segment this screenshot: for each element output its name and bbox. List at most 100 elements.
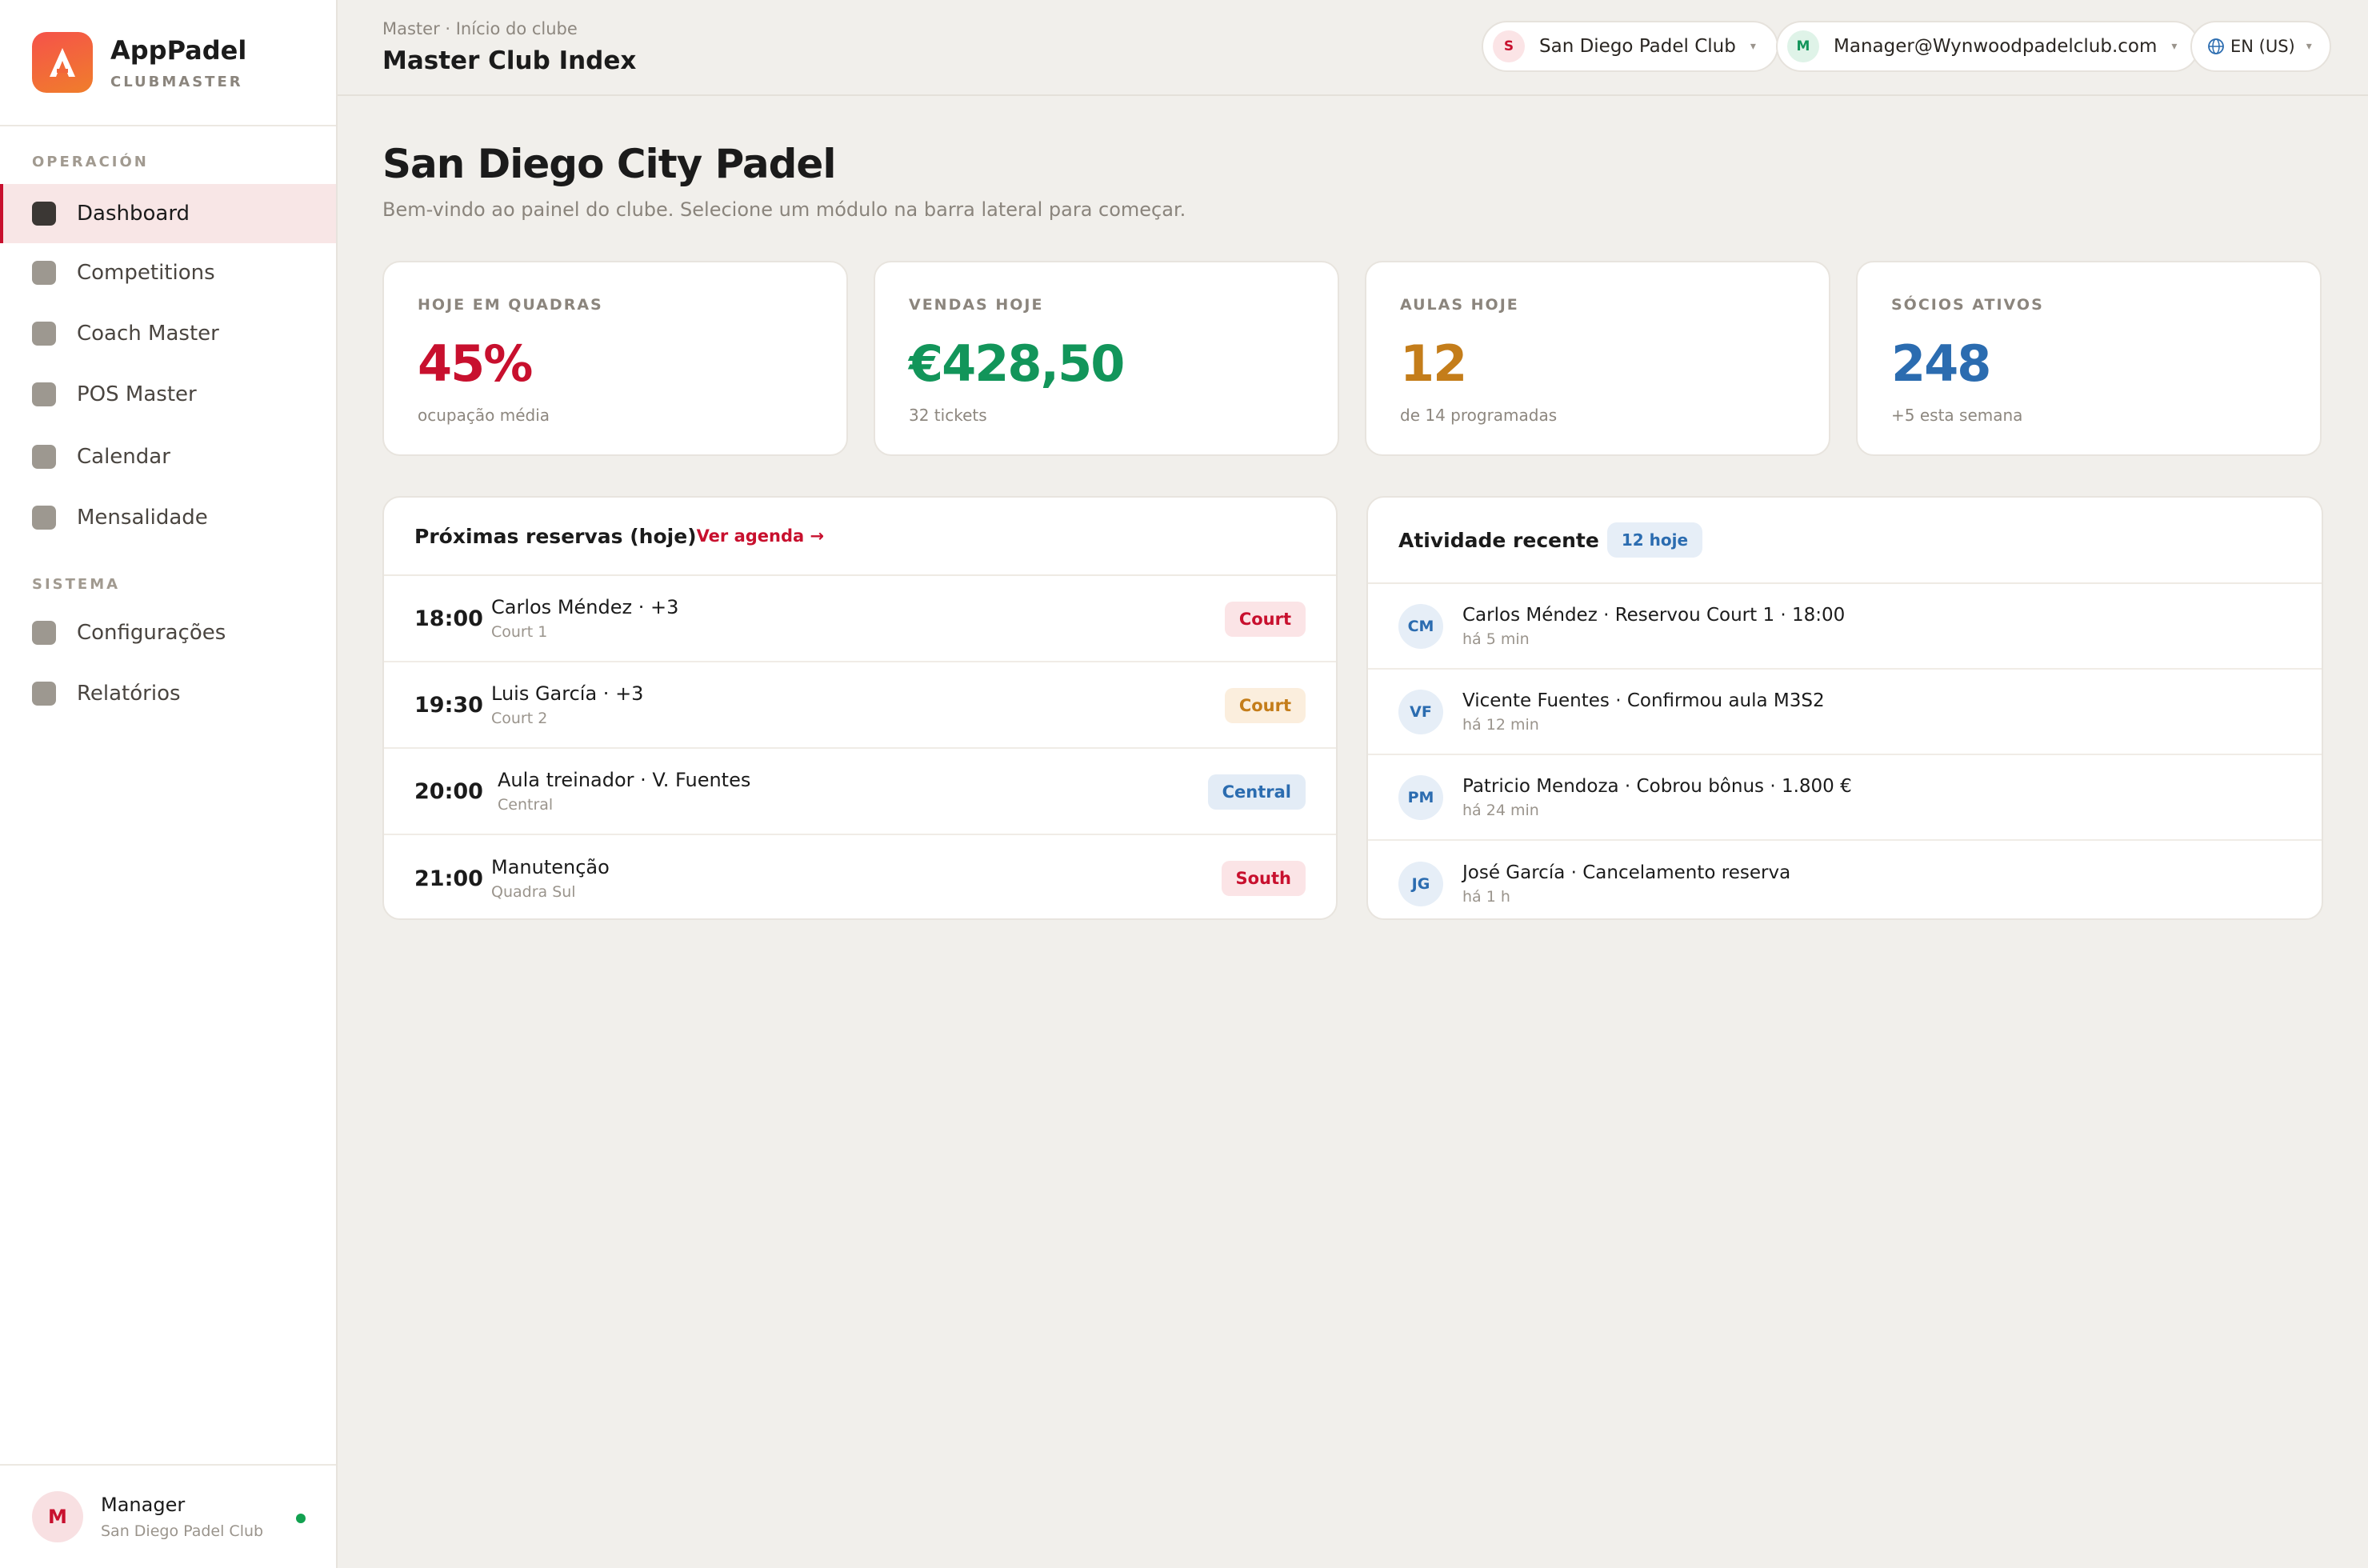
panel-header: Próximas reservas (hoje) Ver agenda → xyxy=(384,498,1336,576)
competitions-icon xyxy=(32,261,56,285)
user-name: Manager xyxy=(101,1494,186,1516)
stat-value: €428,50 xyxy=(909,334,1125,393)
club-selector-label: San Diego Padel Club xyxy=(1539,36,1736,57)
reservation-place: Court 2 xyxy=(491,710,548,727)
reservation-place: Court 1 xyxy=(491,623,548,641)
court-tag: Court xyxy=(1224,688,1306,723)
nav-section-operacao: OPERACIÓN xyxy=(32,154,149,170)
breadcrumb: Master · Início do clube xyxy=(382,19,578,38)
page-title: San Diego City Padel xyxy=(382,141,836,187)
activity-row[interactable]: JG José García · Cancelamento reserva há… xyxy=(1368,841,2322,918)
globe-icon xyxy=(2206,37,2226,56)
sidebar-item-label: POS Master xyxy=(77,382,197,406)
sidebar-item-label: Relatórios xyxy=(77,682,181,706)
sidebar-item-dashboard[interactable]: Dashboard xyxy=(0,184,336,243)
sidebar-item-pos-master[interactable]: POS Master xyxy=(0,365,336,424)
reservation-row[interactable]: 20:00 Aula treinador · V. Fuentes Centra… xyxy=(384,749,1336,835)
stat-subtext: ocupação média xyxy=(418,406,550,425)
stat-label: AULAS HOJE xyxy=(1400,296,1519,314)
brand[interactable]: AppPadel CLUBMASTER xyxy=(0,0,336,126)
language-selector[interactable]: EN (US) ▾ xyxy=(2190,21,2331,72)
sidebar-item-label: Mensalidade xyxy=(77,506,208,530)
stat-subtext: 32 tickets xyxy=(909,406,987,425)
online-status-icon xyxy=(296,1514,306,1523)
activity-row[interactable]: PM Patricio Mendoza · Cobrou bônus · 1.8… xyxy=(1368,755,2322,841)
reservation-name: Aula treinador · V. Fuentes xyxy=(498,769,751,791)
chevron-down-icon: ▾ xyxy=(1750,40,1756,53)
reservation-name: Manutenção xyxy=(491,856,610,878)
court-tag: South xyxy=(1221,861,1306,896)
panel-title: Próximas reservas (hoje) xyxy=(414,524,697,548)
stat-value: 248 xyxy=(1891,334,1991,393)
stat-card-aulas: AULAS HOJE 12 de 14 programadas xyxy=(1365,261,1830,456)
reservation-row[interactable]: 21:00 Manutenção Quadra Sul South xyxy=(384,835,1336,918)
avatar: CM xyxy=(1398,603,1443,649)
reservation-row[interactable]: 18:00 Carlos Méndez · +3 Court 1 Court xyxy=(384,576,1336,662)
reports-icon xyxy=(32,682,56,706)
sidebar-item-label: Dashboard xyxy=(77,202,190,226)
dashboard-icon xyxy=(32,202,56,226)
activity-count-badge: 12 hoje xyxy=(1606,522,1703,558)
court-tag: Court xyxy=(1224,602,1306,637)
sidebar-item-mensalidade[interactable]: Mensalidade xyxy=(0,488,336,547)
activity-time: há 12 min xyxy=(1462,715,1539,734)
club-avatar: S xyxy=(1493,30,1525,62)
stat-label: HOJE EM QUADRAS xyxy=(418,296,603,314)
user-profile[interactable]: M Manager San Diego Padel Club xyxy=(0,1464,336,1568)
calendar-icon xyxy=(32,445,56,469)
stat-value: 12 xyxy=(1400,334,1467,393)
account-selector-label: Manager@Wynwoodpadelclub.com xyxy=(1834,36,2158,57)
reservation-time: 20:00 xyxy=(414,778,483,804)
activity-time: há 1 h xyxy=(1462,887,1510,906)
activity-text: Vicente Fuentes · Confirmou aula M3S2 xyxy=(1462,690,1825,711)
sidebar-item-label: Coach Master xyxy=(77,322,219,346)
sidebar: AppPadel CLUBMASTER OPERACIÓN Dashboard … xyxy=(0,0,338,1568)
mensalidade-icon xyxy=(32,506,56,530)
activity-row[interactable]: CM Carlos Méndez · Reservou Court 1 · 18… xyxy=(1368,584,2322,670)
sidebar-item-coach-master[interactable]: Coach Master xyxy=(0,304,336,363)
panel-header: Atividade recente 12 hoje xyxy=(1368,498,2322,584)
sidebar-item-configuracoes[interactable]: Configurações xyxy=(0,603,336,662)
upcoming-reservations-panel: Próximas reservas (hoje) Ver agenda → 18… xyxy=(382,496,1338,920)
recent-activity-panel: Atividade recente 12 hoje CM Carlos Ménd… xyxy=(1366,496,2323,920)
avatar: PM xyxy=(1398,774,1443,820)
avatar: VF xyxy=(1398,689,1443,734)
brand-subtitle: CLUBMASTER xyxy=(110,73,243,90)
activity-time: há 5 min xyxy=(1462,630,1530,648)
view-agenda-link[interactable]: Ver agenda → xyxy=(697,526,825,546)
user-club: San Diego Padel Club xyxy=(101,1522,264,1540)
topbar-title: Master Club Index xyxy=(382,46,637,75)
brand-name: AppPadel xyxy=(110,34,247,66)
stat-card-socios: SÓCIOS ATIVOS 248 +5 esta semana xyxy=(1856,261,2322,456)
topbar: Master · Início do clube Master Club Ind… xyxy=(338,0,2368,96)
coach-master-icon xyxy=(32,322,56,346)
reservation-time: 19:30 xyxy=(414,692,483,718)
avatar: JG xyxy=(1398,861,1443,906)
reservation-name: Luis García · +3 xyxy=(491,682,644,705)
reservation-place: Central xyxy=(498,796,554,814)
stat-label: VENDAS HOJE xyxy=(909,296,1044,314)
reservation-time: 21:00 xyxy=(414,866,483,891)
stat-card-vendas: VENDAS HOJE €428,50 32 tickets xyxy=(874,261,1339,456)
avatar: M xyxy=(32,1491,83,1542)
club-selector[interactable]: S San Diego Padel Club ▾ xyxy=(1482,21,1778,72)
reservation-place: Quadra Sul xyxy=(491,883,576,901)
panel-title: Atividade recente xyxy=(1398,528,1599,552)
activity-row[interactable]: VF Vicente Fuentes · Confirmou aula M3S2… xyxy=(1368,670,2322,755)
reservation-time: 18:00 xyxy=(414,606,483,631)
account-selector[interactable]: M Manager@Wynwoodpadelclub.com ▾ xyxy=(1776,21,2200,72)
stat-value: 45% xyxy=(418,334,533,393)
settings-icon xyxy=(32,621,56,645)
main-content: San Diego City Padel Bem-vindo ao painel… xyxy=(338,96,2368,1568)
sidebar-item-relatorios[interactable]: Relatórios xyxy=(0,664,336,723)
sidebar-item-calendar[interactable]: Calendar xyxy=(0,427,336,486)
sidebar-item-label: Calendar xyxy=(77,445,170,469)
stat-card-quadras: HOJE EM QUADRAS 45% ocupação média xyxy=(382,261,848,456)
chevron-down-icon: ▾ xyxy=(2171,40,2178,53)
stat-subtext: +5 esta semana xyxy=(1891,406,2023,425)
sidebar-item-label: Configurações xyxy=(77,621,226,645)
reservation-name: Carlos Méndez · +3 xyxy=(491,596,679,618)
reservation-row[interactable]: 19:30 Luis García · +3 Court 2 Court xyxy=(384,662,1336,749)
sidebar-item-competitions[interactable]: Competitions xyxy=(0,243,336,302)
activity-text: Carlos Méndez · Reservou Court 1 · 18:00 xyxy=(1462,604,1846,626)
